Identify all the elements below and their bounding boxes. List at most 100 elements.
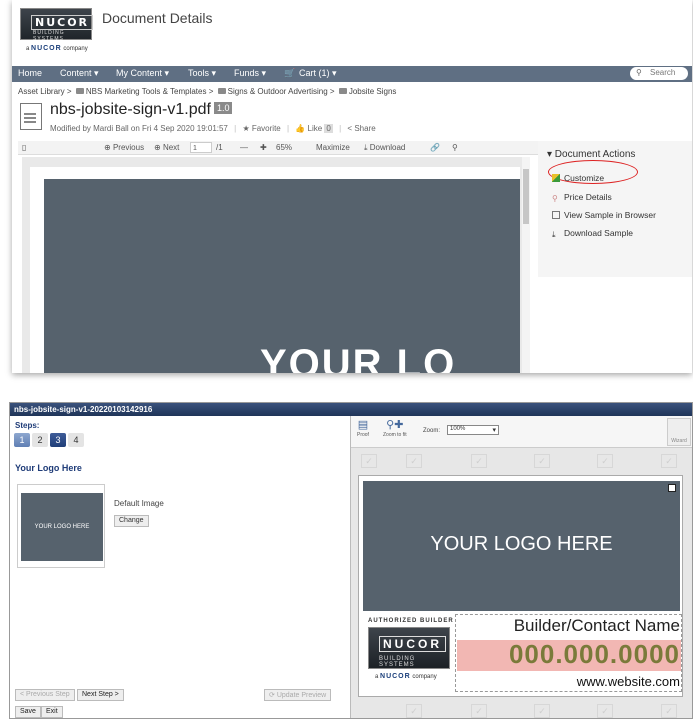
favorite-link[interactable]: Favorite: [252, 124, 281, 133]
section-title: Your Logo Here: [15, 463, 82, 473]
download-icon: ⤓: [552, 230, 556, 239]
step-2[interactable]: 2: [32, 433, 48, 447]
nav-tools[interactable]: Tools ▾: [188, 68, 216, 79]
breadcrumb-asset-library[interactable]: Asset Library: [18, 87, 65, 96]
sign-logo-area[interactable]: YOUR LOGO HERE: [363, 481, 680, 611]
folder-icon: [338, 88, 347, 94]
proof-toolbar: ▤Proof ⚲✚Zoom to fit Zoom: 100% Wizard: [351, 416, 692, 448]
website-text[interactable]: www.website.com: [458, 674, 680, 689]
zoom-in-button[interactable]: ✚: [260, 143, 267, 152]
nucor-logo[interactable]: NUCOR BUILDING SYSTEMS a NUCOR company: [20, 8, 94, 56]
modified-text: Modified by Mardi Ball on Fri 4 Sep 2020…: [50, 124, 228, 133]
logo-brand: NUCOR: [31, 15, 94, 30]
search-icon[interactable]: ⚲: [452, 143, 458, 152]
previous-page-button[interactable]: ⊕ Previous: [104, 143, 144, 152]
proof-button[interactable]: ▤ Proof: [357, 419, 369, 438]
document-actions-panel: ▾ Document Actions Customize ⚲ Price Deta…: [538, 141, 692, 277]
nav-my-content[interactable]: My Content ▾: [116, 68, 169, 79]
view-sample-action[interactable]: View Sample in Browser: [552, 210, 656, 220]
preview-text: YOUR LO: [260, 342, 457, 373]
customize-icon: [552, 174, 560, 182]
watermark-icon: ✓: [406, 454, 422, 468]
main-nav: Home Content ▾ My Content ▾ Tools ▾ Fund…: [12, 66, 692, 82]
document-actions-title[interactable]: ▾ Document Actions: [547, 149, 635, 160]
breadcrumb-nbs-marketing[interactable]: NBS Marketing Tools & Templates: [86, 87, 207, 96]
pdf-page: YOUR LO: [30, 167, 520, 373]
star-icon: ★: [242, 124, 250, 133]
previous-icon: ⊕: [104, 143, 111, 152]
zoom-to-fit-button[interactable]: ⚲✚ Zoom to fit: [383, 419, 407, 438]
zoom-level[interactable]: 65%: [276, 143, 292, 152]
page-title: Document Details: [102, 10, 213, 26]
exit-button[interactable]: Exit: [41, 706, 63, 718]
step-1[interactable]: 1: [14, 433, 30, 447]
search-placeholder: Search: [650, 68, 676, 77]
change-image-button[interactable]: Change: [114, 515, 149, 527]
nav-cart[interactable]: Cart (1) ▾: [299, 68, 337, 79]
zoom-out-button[interactable]: —: [240, 143, 248, 152]
edit-handle-icon[interactable]: [668, 484, 676, 492]
search-input[interactable]: ⚲ Search: [630, 67, 688, 80]
zoom-fit-icon: ⚲✚: [386, 419, 404, 431]
wizard-button[interactable]: Wizard: [667, 418, 691, 446]
page-total: /1: [216, 143, 223, 152]
logo-division: BUILDING SYSTEMS: [33, 30, 65, 42]
watermark-icon: ✓: [406, 704, 422, 718]
zoom-select[interactable]: 100%: [447, 425, 499, 435]
watermark-icon: ✓: [597, 454, 613, 468]
download-sample-action[interactable]: ⤓ Download Sample: [552, 228, 633, 239]
page-number-input[interactable]: 1: [190, 142, 212, 153]
watermark-icon: ✓: [471, 704, 487, 718]
step-4[interactable]: 4: [68, 433, 84, 447]
maximize-button[interactable]: Maximize: [316, 143, 350, 152]
download-button[interactable]: ⤓ Download: [364, 143, 405, 153]
nav-funds[interactable]: Funds ▾: [234, 68, 266, 79]
breadcrumb: Asset Library > NBS Marketing Tools & Te…: [18, 87, 397, 96]
authorized-builder-label: AUTHORIZED BUILDER: [368, 618, 454, 624]
pdf-viewer[interactable]: YOUR LO: [22, 157, 530, 373]
builder-contact-name[interactable]: Builder/Contact Name: [458, 616, 680, 636]
update-preview-button[interactable]: ⟳ Update Preview: [264, 689, 332, 701]
nav-home[interactable]: Home: [18, 68, 42, 78]
link-icon[interactable]: 🔗: [430, 143, 440, 152]
builder-info-block[interactable]: Builder/Contact Name 000.000.0000 www.we…: [455, 614, 682, 692]
breadcrumb-signs[interactable]: Signs & Outdoor Advertising: [228, 87, 328, 96]
next-step-button[interactable]: Next Step >: [77, 689, 124, 701]
share-link[interactable]: Share: [354, 124, 375, 133]
next-page-button[interactable]: ⊕ Next: [154, 143, 179, 152]
thumbs-up-icon: 👍: [295, 124, 306, 133]
next-icon: ⊕: [154, 143, 161, 152]
viewer-scrollbar[interactable]: [522, 157, 530, 373]
editor-left-pane: Steps: 1 2 3 4 Your Logo Here YOUR LOGO …: [10, 416, 350, 718]
nav-content[interactable]: Content ▾: [60, 68, 99, 79]
watermark-icon: ✓: [661, 704, 677, 718]
logo-tagline: a NUCOR company: [26, 45, 88, 52]
price-details-action[interactable]: ⚲ Price Details: [552, 192, 612, 203]
previous-step-button[interactable]: < Previous Step: [15, 689, 75, 701]
proof-preview-pane: ▤Proof ⚲✚Zoom to fit Zoom: 100% Wizard ✓…: [350, 416, 692, 718]
jobsite-sign-proof: YOUR LOGO HERE AUTHORIZED BUILDER NUCOR …: [358, 475, 683, 697]
watermark-icon: ✓: [361, 454, 377, 468]
folder-icon: [75, 88, 84, 94]
scrollbar-thumb[interactable]: [523, 169, 529, 224]
version-badge: 1.0: [213, 102, 233, 114]
share-icon: <: [347, 124, 353, 133]
step-3[interactable]: 3: [50, 433, 66, 447]
sidebar-toggle-icon[interactable]: ▯: [22, 143, 26, 152]
sign-logo-brand: NUCOR: [379, 636, 446, 652]
logo-thumbnail: YOUR LOGO HERE: [17, 484, 105, 568]
phone-number[interactable]: 000.000.0000: [458, 639, 680, 670]
watermark-icon: ✓: [534, 454, 550, 468]
document-icon: [20, 103, 42, 130]
like-link[interactable]: Like: [308, 124, 323, 133]
document-details-screen: NUCOR BUILDING SYSTEMS a NUCOR company D…: [12, 0, 692, 373]
cart-icon[interactable]: 🛒: [284, 68, 295, 79]
watermark-icon: ✓: [534, 704, 550, 718]
default-image-label: Default Image: [114, 499, 164, 508]
folder-icon: [217, 88, 226, 94]
sign-logo-division: BUILDING SYSTEMS: [379, 656, 416, 668]
customize-action[interactable]: Customize: [552, 173, 604, 183]
save-button[interactable]: Save: [15, 706, 41, 718]
zoom-label: Zoom:: [423, 428, 441, 434]
breadcrumb-jobsite-signs[interactable]: Jobsite Signs: [349, 87, 397, 96]
